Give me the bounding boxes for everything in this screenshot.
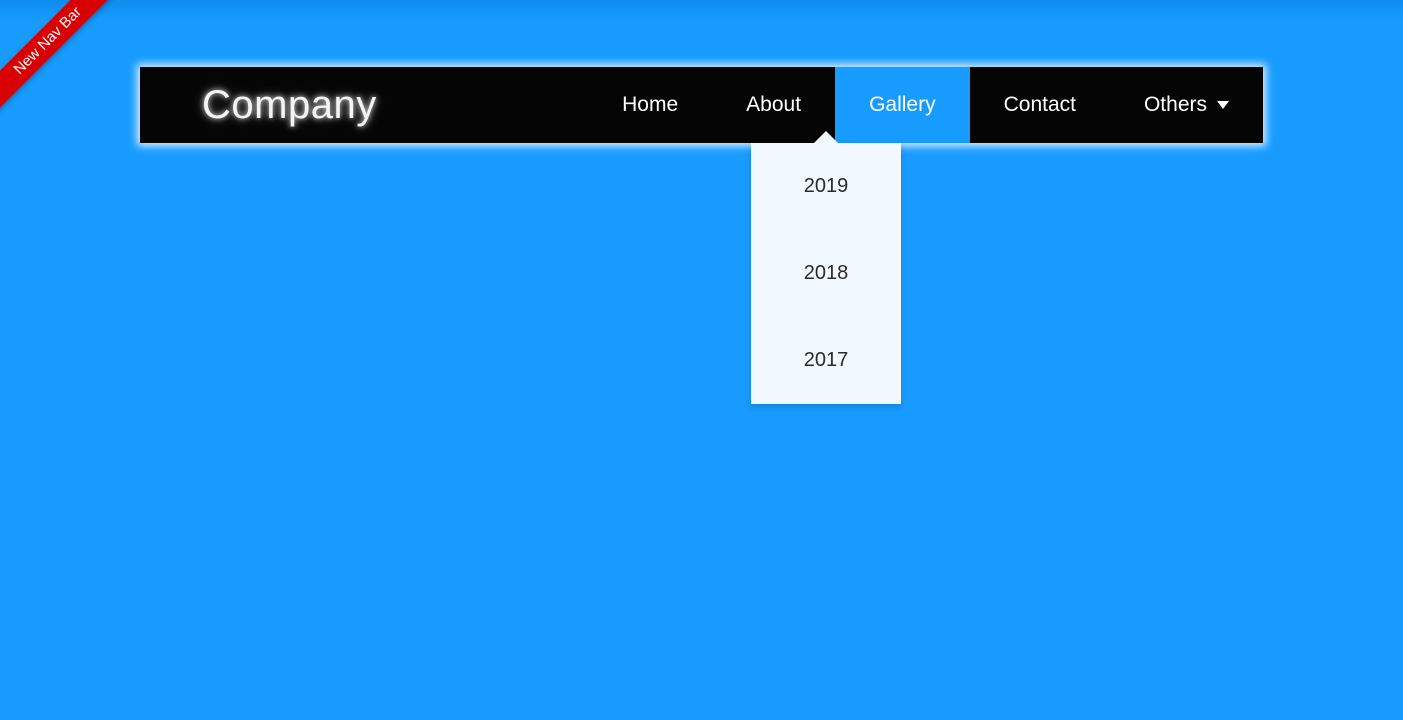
nav-item-home[interactable]: Home	[588, 67, 712, 143]
corner-ribbon: New Nav Bar	[0, 0, 128, 121]
nav-item-label: About	[746, 93, 801, 117]
brand-logo[interactable]: Company	[140, 83, 377, 128]
dropdown-item-2017[interactable]: 2017	[751, 317, 901, 404]
nav-item-others[interactable]: Others	[1110, 67, 1263, 143]
caret-down-icon	[1217, 101, 1229, 109]
nav-item-label: Home	[622, 93, 678, 117]
nav-item-label: Gallery	[869, 93, 936, 117]
dropdown-item-2019[interactable]: 2019	[751, 143, 901, 230]
nav-item-contact[interactable]: Contact	[970, 67, 1110, 143]
nav-items: Home About Gallery Contact Others	[588, 67, 1263, 143]
nav-item-label: Others	[1144, 93, 1207, 117]
nav-item-label: Contact	[1004, 93, 1076, 117]
nav-item-gallery[interactable]: Gallery	[835, 67, 970, 143]
gallery-dropdown: 2019 2018 2017	[751, 143, 901, 404]
dropdown-item-2018[interactable]: 2018	[751, 230, 901, 317]
navbar: Company Home About Gallery Contact Other…	[140, 67, 1263, 143]
